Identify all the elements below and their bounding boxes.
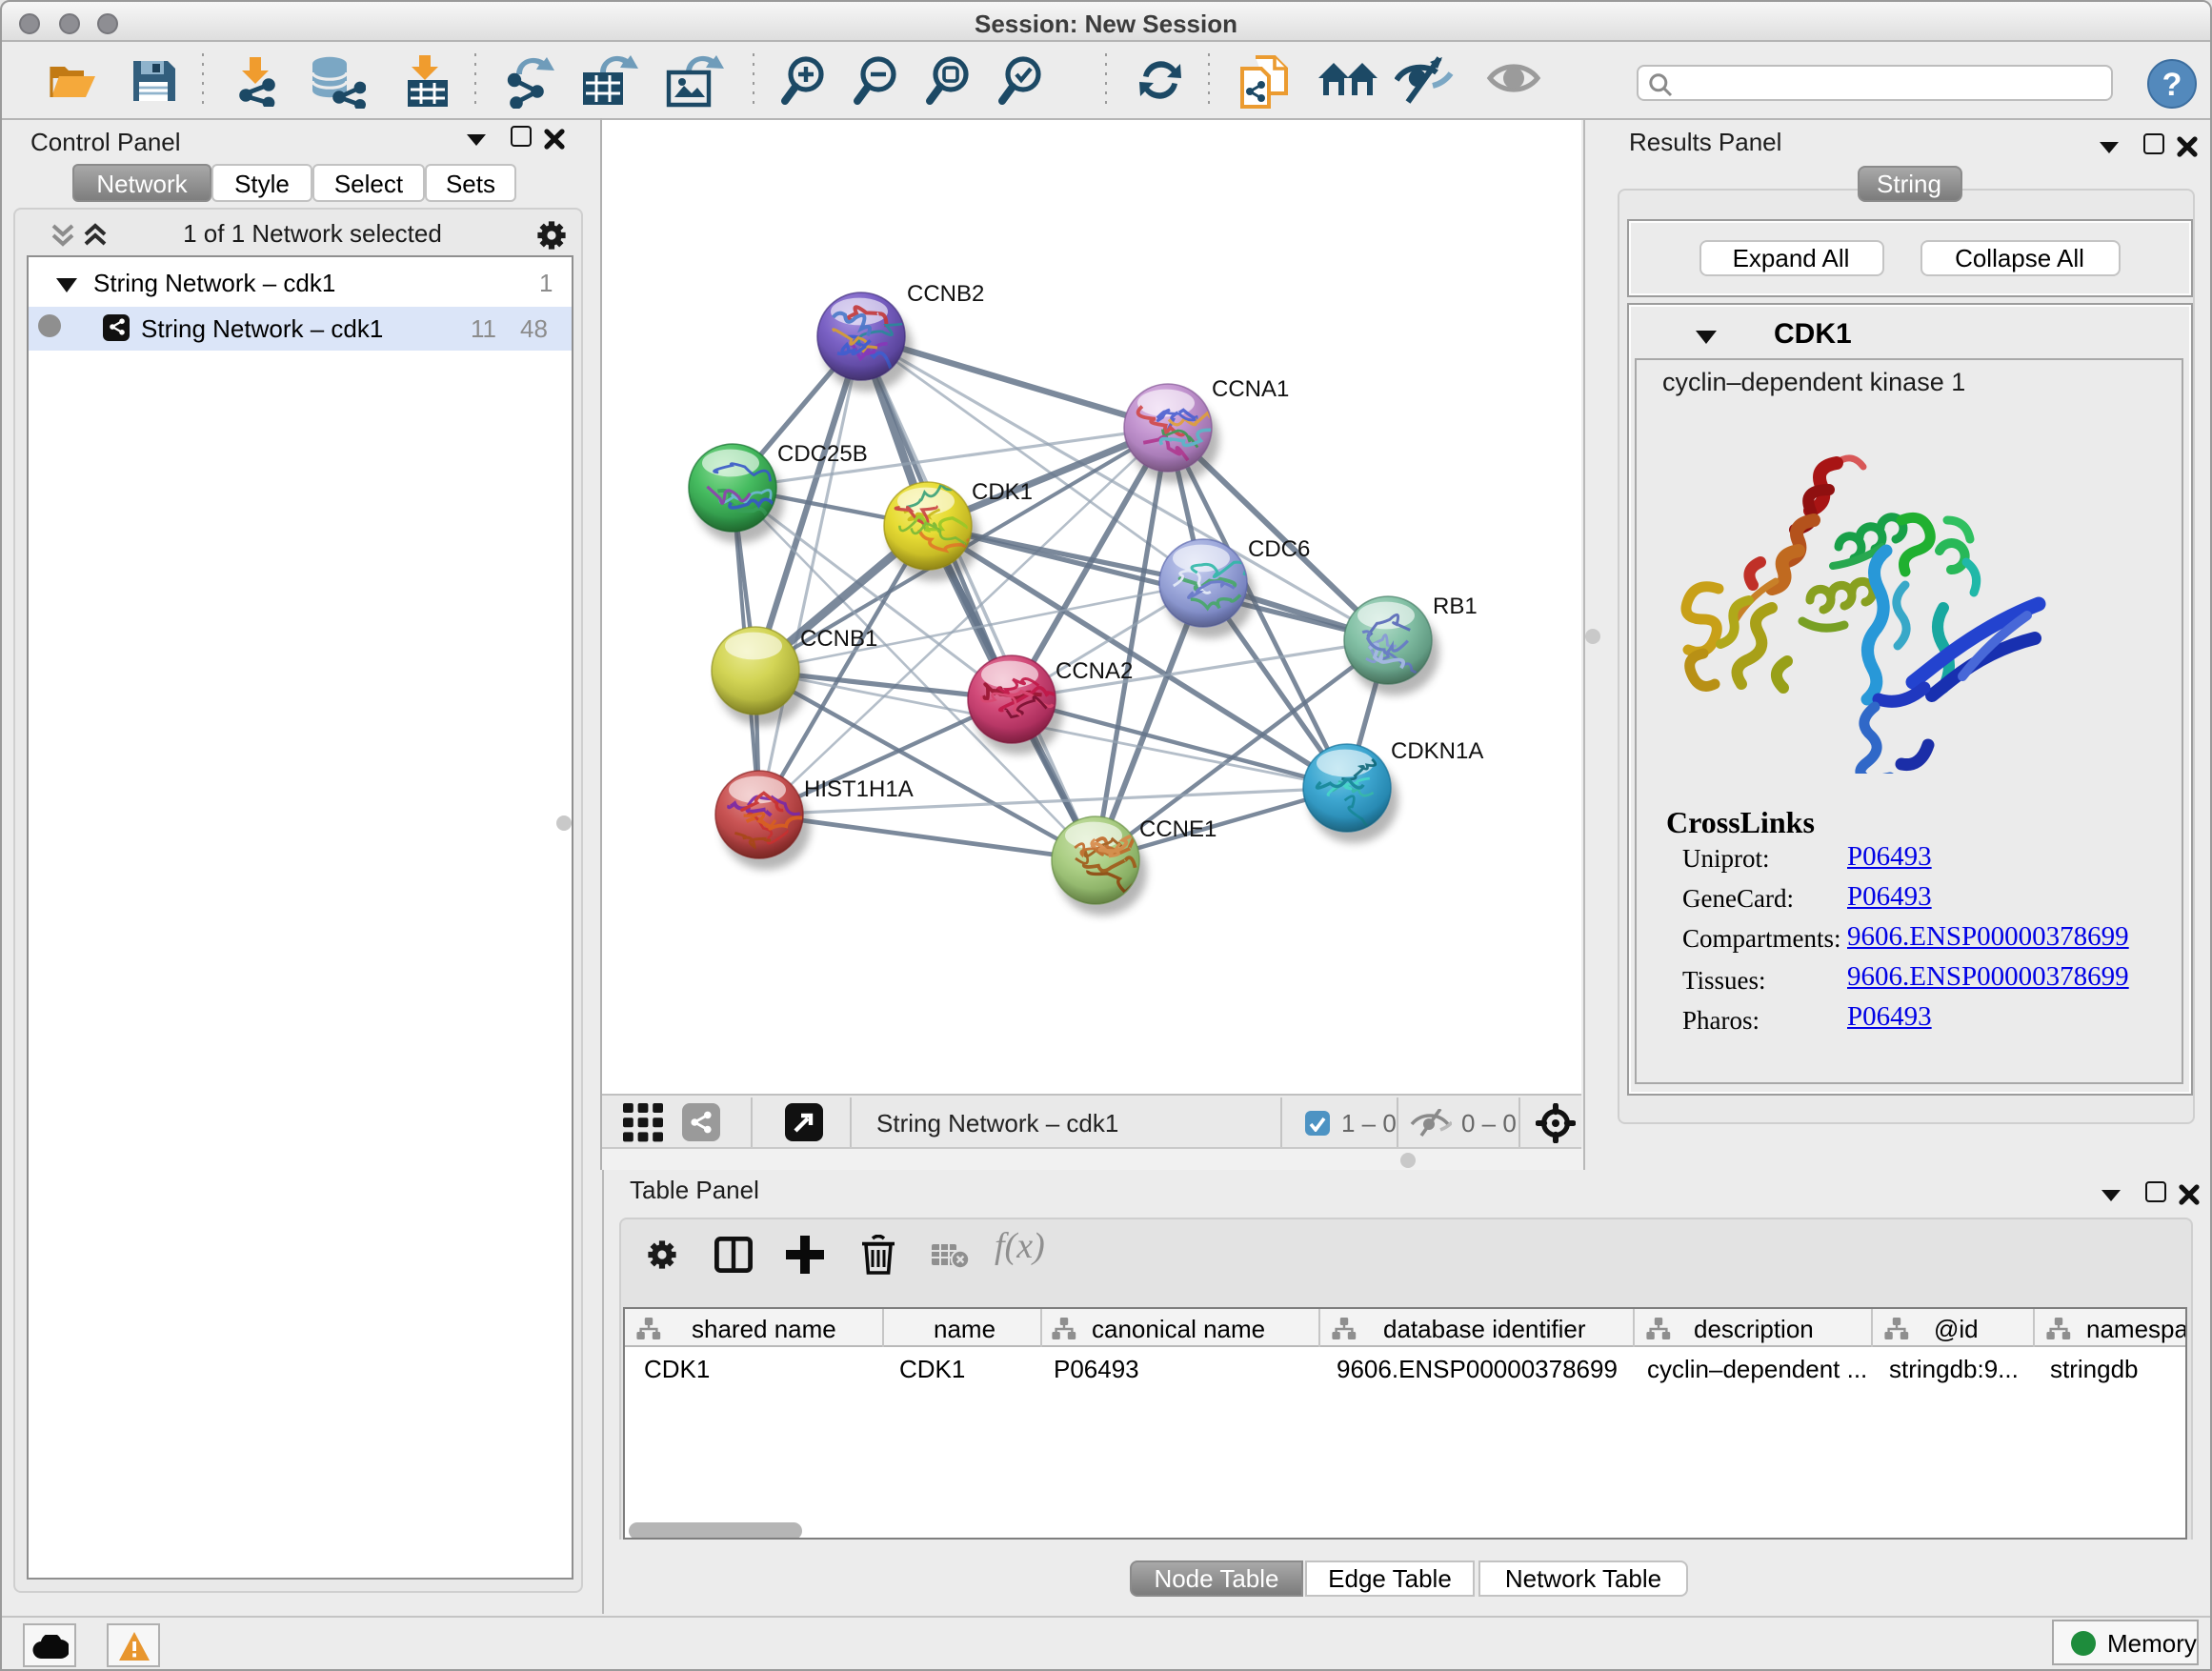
svg-text:CDC6: CDC6	[1248, 536, 1310, 562]
svg-text:CCNA1: CCNA1	[1212, 376, 1289, 402]
svg-text:CCNB2: CCNB2	[907, 281, 984, 307]
svg-text:CCNA2: CCNA2	[1056, 658, 1133, 684]
svg-text:CDC25B: CDC25B	[777, 441, 868, 467]
svg-text:HIST1H1A: HIST1H1A	[804, 776, 914, 802]
svg-text:RB1: RB1	[1433, 594, 1478, 619]
svg-text:CDK1: CDK1	[972, 479, 1033, 505]
svg-text:CDKN1A: CDKN1A	[1391, 738, 1483, 764]
svg-text:CCNB1: CCNB1	[800, 626, 877, 652]
svg-text:CCNE1: CCNE1	[1139, 816, 1217, 842]
